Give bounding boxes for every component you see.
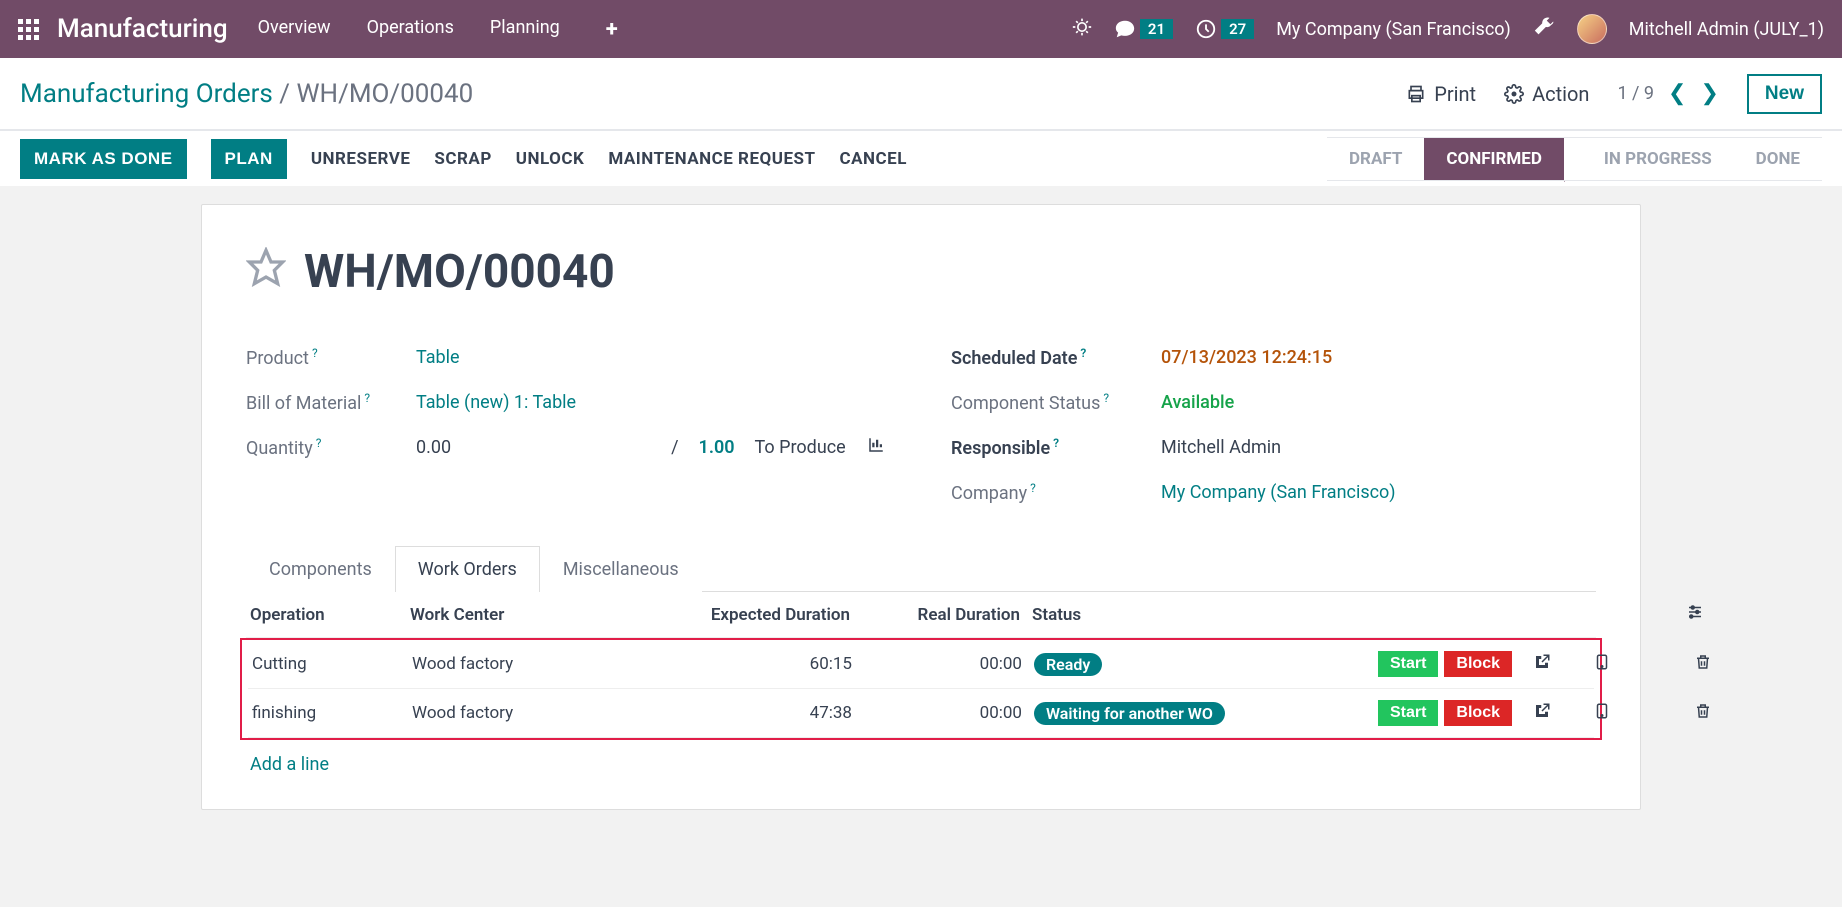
form-sheet: WH/MO/00040 Product? Table Bill of Mater… — [201, 204, 1641, 810]
breadcrumb: Manufacturing Orders / WH/MO/00040 — [20, 79, 473, 109]
nav-overview[interactable]: Overview — [258, 17, 331, 42]
open-external-icon[interactable] — [1512, 702, 1572, 725]
unlock-button[interactable]: UNLOCK — [516, 149, 585, 169]
cell-real: 00:00 — [852, 703, 1022, 723]
label-scheduled-date: Scheduled Date? — [951, 346, 1161, 369]
cell-work-center: Wood factory — [412, 703, 652, 723]
quantity-target[interactable]: 1.00 — [699, 437, 735, 458]
work-orders-table: Operation Work Center Expected Duration … — [246, 592, 1596, 789]
value-product[interactable]: Table — [416, 347, 460, 368]
order-title: WH/MO/00040 — [304, 245, 615, 299]
breadcrumb-bar: Manufacturing Orders / WH/MO/00040 Print… — [0, 58, 1842, 130]
maintenance-request-button[interactable]: MAINTENANCE REQUEST — [608, 149, 815, 169]
forecast-chart-icon[interactable] — [866, 436, 886, 459]
scrap-button[interactable]: SCRAP — [434, 149, 491, 169]
tablet-icon[interactable] — [1572, 653, 1632, 676]
pager-prev-icon[interactable]: ❮ — [1668, 81, 1686, 106]
label-bom: Bill of Material? — [246, 391, 416, 414]
value-bom[interactable]: Table (new) 1: Table — [416, 392, 576, 413]
status-confirmed[interactable]: CONFIRMED — [1424, 137, 1564, 181]
activities-badge: 27 — [1221, 19, 1254, 39]
mark-as-done-button[interactable]: MARK AS DONE — [20, 139, 187, 179]
print-button[interactable]: Print — [1406, 82, 1476, 106]
start-button[interactable]: Start — [1378, 651, 1438, 677]
cell-real: 00:00 — [852, 654, 1022, 674]
status-badge: Waiting for another WO — [1034, 702, 1225, 725]
optional-columns-icon[interactable] — [1630, 603, 1710, 626]
value-component-status: Available — [1161, 392, 1234, 413]
col-expected-duration: Expected Duration — [650, 605, 850, 625]
main-nav: Overview Operations Planning + — [258, 17, 618, 42]
value-scheduled-date[interactable]: 07/13/2023 12:24:15 — [1161, 347, 1332, 368]
cell-work-center: Wood factory — [412, 654, 652, 674]
messages-button[interactable]: 21 — [1114, 18, 1173, 40]
col-operation: Operation — [250, 605, 410, 625]
label-component-status: Component Status? — [951, 391, 1161, 414]
app-title[interactable]: Manufacturing — [57, 14, 228, 44]
nav-operations[interactable]: Operations — [367, 17, 454, 42]
unreserve-button[interactable]: UNRESERVE — [311, 149, 411, 169]
pager-text: 1 / 9 — [1617, 83, 1654, 104]
delete-row-icon[interactable] — [1632, 702, 1712, 725]
label-product: Product? — [246, 346, 416, 369]
label-company: Company? — [951, 481, 1161, 504]
tab-miscellaneous[interactable]: Miscellaneous — [540, 546, 702, 592]
messages-badge: 21 — [1140, 19, 1173, 39]
cell-operation: Cutting — [252, 654, 412, 674]
value-responsible[interactable]: Mitchell Admin — [1161, 437, 1281, 458]
topbar: Manufacturing Overview Operations Planni… — [0, 0, 1842, 58]
user-avatar[interactable] — [1577, 14, 1607, 44]
pager-next-icon[interactable]: ❯ — [1700, 81, 1718, 106]
add-menu-icon[interactable]: + — [606, 17, 618, 42]
tab-components[interactable]: Components — [246, 546, 395, 592]
label-quantity: Quantity? — [246, 436, 416, 459]
developer-tools-icon[interactable] — [1533, 16, 1555, 43]
highlighted-rows: Cutting Wood factory 60:15 00:00 Ready S… — [240, 638, 1602, 740]
cell-operation: finishing — [252, 703, 412, 723]
apps-launcher-icon[interactable] — [18, 19, 39, 40]
tab-work-orders[interactable]: Work Orders — [395, 546, 540, 592]
status-done[interactable]: DONE — [1734, 137, 1822, 181]
status-badge: Ready — [1034, 653, 1102, 676]
value-company[interactable]: My Company (San Francisco) — [1161, 482, 1396, 503]
pager: 1 / 9 ❮ ❯ — [1617, 81, 1718, 106]
breadcrumb-root[interactable]: Manufacturing Orders — [20, 79, 273, 109]
status-draft[interactable]: DRAFT — [1327, 137, 1424, 181]
action-dropdown[interactable]: Action — [1504, 82, 1589, 106]
activities-button[interactable]: 27 — [1195, 18, 1254, 40]
label-responsible: Responsible? — [951, 436, 1161, 459]
table-row[interactable]: Cutting Wood factory 60:15 00:00 Ready S… — [248, 640, 1594, 689]
block-button[interactable]: Block — [1444, 651, 1512, 677]
action-bar: MARK AS DONE PLAN UNRESERVE SCRAP UNLOCK… — [0, 130, 1842, 186]
tablet-icon[interactable] — [1572, 702, 1632, 725]
start-button[interactable]: Start — [1378, 700, 1438, 726]
status-bar: DRAFT CONFIRMED IN PROGRESS DONE — [1327, 137, 1822, 181]
bug-icon[interactable] — [1072, 17, 1092, 42]
delete-row-icon[interactable] — [1632, 653, 1712, 676]
open-external-icon[interactable] — [1512, 653, 1572, 676]
user-name[interactable]: Mitchell Admin (JULY_1) — [1629, 19, 1824, 40]
nav-planning[interactable]: Planning — [490, 17, 560, 42]
quantity-unit: To Produce — [755, 437, 846, 458]
block-button[interactable]: Block — [1444, 700, 1512, 726]
col-work-center: Work Center — [410, 605, 650, 625]
col-status: Status — [1020, 605, 1290, 625]
company-selector[interactable]: My Company (San Francisco) — [1276, 19, 1511, 40]
quantity-value[interactable]: 0.00 — [416, 437, 451, 458]
tab-bar: Components Work Orders Miscellaneous — [246, 545, 1596, 592]
breadcrumb-current: WH/MO/00040 — [296, 79, 473, 109]
plan-button[interactable]: PLAN — [211, 139, 287, 179]
favorite-star-icon[interactable] — [246, 247, 286, 297]
cell-expected: 60:15 — [652, 654, 852, 674]
status-in-progress[interactable]: IN PROGRESS — [1564, 137, 1734, 181]
add-a-line[interactable]: Add a line — [246, 740, 1596, 789]
col-real-duration: Real Duration — [850, 605, 1020, 625]
new-button[interactable]: New — [1747, 74, 1822, 114]
cell-expected: 47:38 — [652, 703, 852, 723]
cancel-button[interactable]: CANCEL — [840, 149, 907, 169]
table-row[interactable]: finishing Wood factory 47:38 00:00 Waiti… — [248, 689, 1594, 738]
